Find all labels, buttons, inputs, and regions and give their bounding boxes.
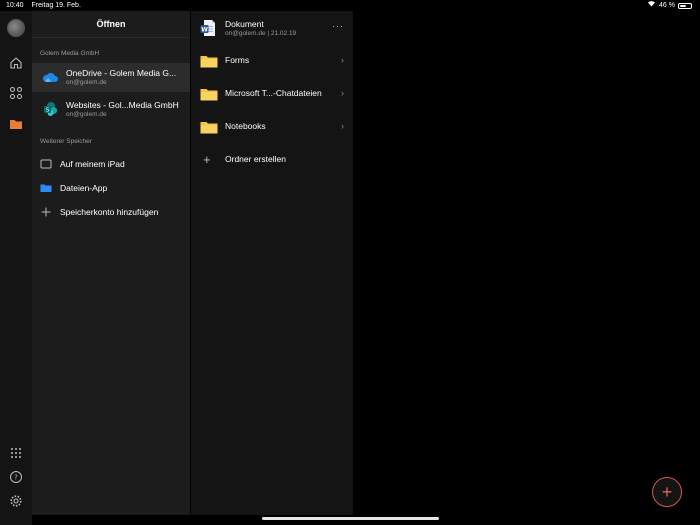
onedrive-icon [42,72,58,82]
list-item-document[interactable]: W Dokument on@golem.de | 21.02.19 ··· [191,11,353,44]
account-subtitle: on@golem.de [66,79,107,86]
svg-text:?: ? [14,474,18,482]
section-label-other: Weiterer Speicher [40,138,92,145]
open-panel: Öffnen Golem Media GmbH OneDrive - Golem… [32,11,190,515]
panel-title: Öffnen [32,11,190,38]
plus-icon [41,207,51,217]
account-title: OneDrive - Golem Media G... [66,68,177,78]
home-icon[interactable] [8,55,24,71]
chevron-right-icon: › [341,88,344,98]
svg-text:W: W [201,26,208,33]
create-folder-label: Ordner erstellen [225,154,286,164]
folder-label: Microsoft T...-Chatdateien [225,88,322,98]
sharepoint-icon: S [44,102,58,116]
chevron-right-icon: › [341,55,344,65]
status-date: Freitag 19. Feb. [31,2,81,9]
account-websites[interactable]: S Websites - Gol...Media GmbH on@golem.d… [32,95,190,124]
gear-icon[interactable] [8,493,24,509]
folder-label: Forms [225,55,250,65]
status-time: 10:40 [6,2,24,9]
account-title: Websites - Gol...Media GmbH [66,100,179,110]
create-folder-button[interactable]: + Ordner erstellen [191,143,353,176]
battery-percent: 46 % [659,2,675,9]
battery-icon [678,2,692,9]
folder-forms[interactable]: Forms › [191,44,353,77]
section-label-org: Golem Media GmbH [40,50,100,57]
folder-icon [200,56,218,68]
file-list: W Dokument on@golem.de | 21.02.19 ··· Fo… [191,11,353,515]
wifi-icon [647,0,656,11]
home-indicator[interactable] [262,517,439,520]
avatar[interactable] [7,19,25,37]
folder-teams-chat[interactable]: Microsoft T...-Chatdateien › [191,77,353,110]
plus-icon: + [661,482,673,502]
tablet-icon [40,159,52,169]
grid-icon[interactable] [8,85,24,101]
status-bar: 10:40 Freitag 19. Feb. 46 % [0,0,700,11]
more-icon[interactable]: ··· [332,21,344,31]
folder-icon[interactable] [8,116,24,132]
word-document-icon: W [200,20,215,36]
plus-icon: + [203,152,211,167]
folder-icon [200,122,218,134]
account-onedrive[interactable]: OneDrive - Golem Media G... on@golem.de [32,63,190,92]
svg-text:S: S [46,108,50,114]
panel-divider [353,11,354,515]
folder-notebooks[interactable]: Notebooks › [191,110,353,143]
account-subtitle: on@golem.de [66,111,107,118]
nav-item-add-storage[interactable]: Speicherkonto hinzufügen [32,200,190,224]
chevron-right-icon: › [341,121,344,131]
folder-label: Notebooks [225,121,266,131]
document-subtitle: on@golem.de | 21.02.19 [225,30,297,37]
help-icon[interactable]: ? [8,469,24,485]
nav-item-ipad[interactable]: Auf meinem iPad [32,152,190,176]
left-rail: ? [0,11,32,525]
files-app-icon [40,184,52,192]
apps-icon[interactable] [8,445,24,461]
nav-item-files-app[interactable]: Dateien-App [32,176,190,200]
folder-icon [200,89,218,101]
new-document-button[interactable]: + [652,477,682,507]
